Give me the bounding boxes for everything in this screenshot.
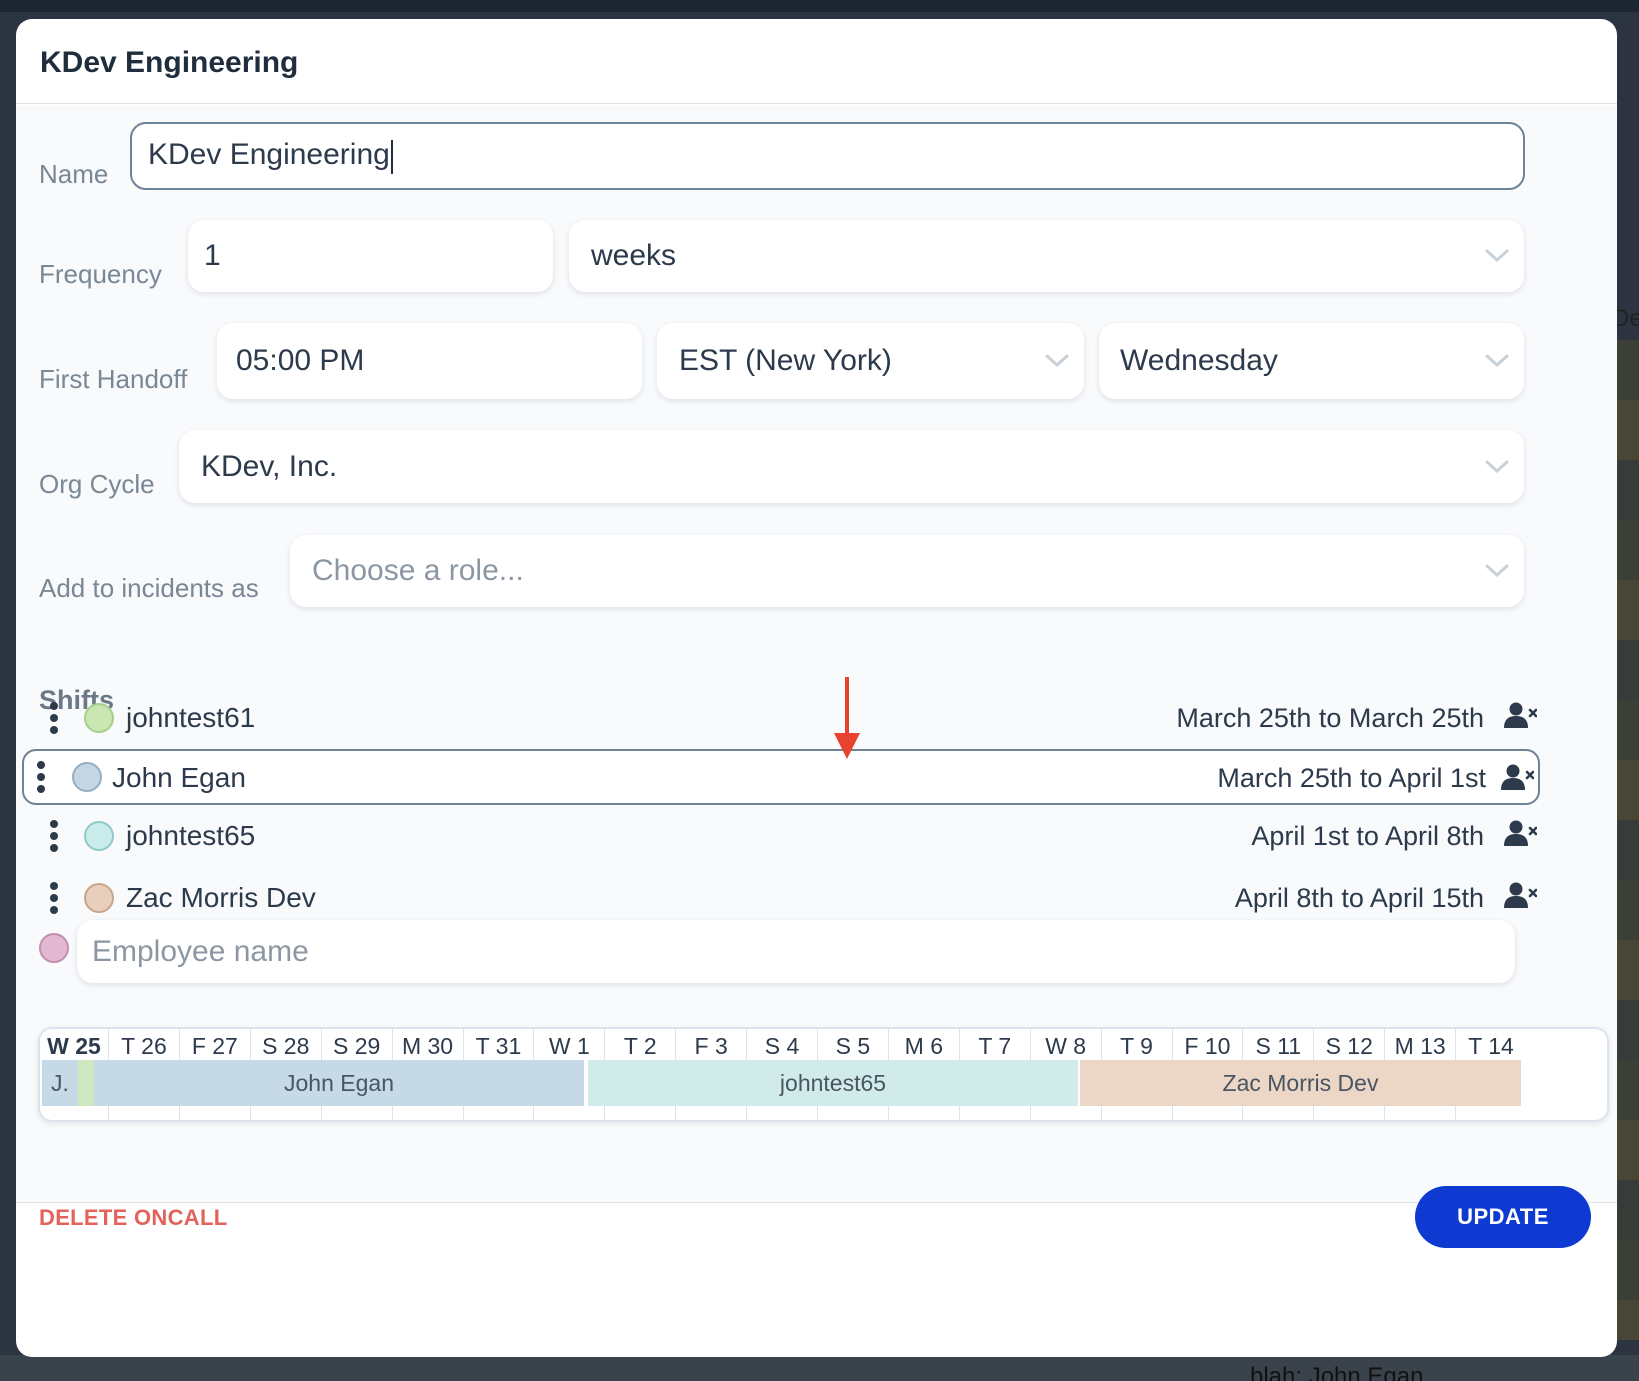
incident-role-select[interactable]: Choose a role... — [290, 535, 1524, 607]
frequency-label: Frequency — [39, 259, 162, 289]
timeline-day-label: S 28 — [262, 1033, 310, 1059]
remove-user-icon[interactable] — [1503, 881, 1537, 909]
timeline-day-label: T 31 — [475, 1033, 522, 1059]
background-footer-text: blah: John Egan — [1250, 1363, 1424, 1381]
timeline-day-label: W 8 — [1045, 1033, 1087, 1059]
timeline-day-label: F 27 — [191, 1033, 238, 1059]
drag-handle-icon[interactable] — [49, 820, 59, 852]
text-cursor — [390, 139, 393, 174]
shift-employee-name: John Egan — [112, 762, 246, 793]
oncall-edit-dialog: KDev Engineering Name KDev Engineering F… — [16, 19, 1617, 1357]
timeline-day-label: T 14 — [1468, 1033, 1514, 1059]
drag-handle-icon[interactable] — [36, 761, 46, 793]
name-input-value: KDev Engineering — [148, 138, 390, 172]
timeline-day-label: S 12 — [1325, 1033, 1373, 1059]
employee-name-input[interactable]: Employee name — [77, 920, 1515, 983]
timeline-shift-bar[interactable] — [78, 1060, 94, 1106]
shift-date-range: March 25th to April 1st — [1217, 763, 1486, 793]
chevron-down-icon — [1045, 354, 1069, 368]
dialog-header: KDev Engineering — [16, 19, 1617, 104]
drag-handle-icon[interactable] — [49, 882, 59, 914]
remove-user-icon[interactable] — [1500, 763, 1534, 791]
drag-handle-icon[interactable] — [49, 702, 59, 734]
timeline-day-label: M 13 — [1394, 1033, 1446, 1059]
shift-row[interactable]: Zac Morris Dev April 8th to April 15th — [26, 873, 1537, 923]
incident-role-label: Add to incidents as — [39, 573, 259, 603]
shift-row[interactable]: johntest61 March 25th to March 25th — [26, 693, 1537, 743]
employee-color-dot[interactable] — [84, 821, 114, 851]
handoff-time-input[interactable]: 05:00 PM — [217, 323, 642, 399]
timeline-day-label: W 25 — [47, 1033, 101, 1059]
shift-employee-name: johntest65 — [126, 820, 256, 851]
employee-name-placeholder: Employee name — [92, 934, 309, 968]
annotation-arrow-icon — [834, 677, 860, 759]
timeline-day-label: M 30 — [401, 1033, 454, 1059]
timeline-shift-bar[interactable]: johntest65 — [586, 1060, 1078, 1106]
background-page-strip — [1617, 340, 1639, 1340]
timeline-day-label: T 26 — [121, 1033, 167, 1059]
timezone-value: EST (New York) — [679, 344, 892, 377]
timeline-shift-bar[interactable]: John Egan — [94, 1060, 584, 1106]
shift-employee-name: Zac Morris Dev — [126, 882, 316, 913]
chevron-down-icon — [1485, 354, 1509, 368]
dialog-body: Name KDev Engineering Frequency 1 weeks … — [16, 105, 1617, 1203]
incident-role-placeholder: Choose a role... — [312, 554, 524, 587]
shift-date-range: April 1st to April 8th — [1251, 821, 1484, 851]
employee-color-dot[interactable] — [84, 883, 114, 913]
frequency-input[interactable]: 1 — [188, 220, 553, 292]
chevron-down-icon — [1485, 249, 1509, 263]
name-input[interactable]: KDev Engineering — [130, 122, 1525, 190]
shift-employee-name: johntest61 — [126, 702, 256, 733]
org-cycle-select[interactable]: KDev, Inc. — [179, 430, 1524, 503]
timeline-day-label: F 3 — [694, 1033, 728, 1059]
name-label: Name — [39, 159, 109, 189]
handoff-day-value: Wednesday — [1120, 344, 1278, 377]
dialog-title: KDev Engineering — [40, 46, 299, 79]
timeline-day-label: S 11 — [1255, 1033, 1302, 1059]
delete-oncall-button[interactable]: DELETE ONCALL — [39, 1205, 227, 1231]
org-cycle-value: KDev, Inc. — [201, 449, 338, 483]
shift-row-selected[interactable]: John Egan March 25th to April 1st — [22, 749, 1540, 805]
timeline-shift-bar[interactable]: Zac Morris Dev — [1080, 1060, 1521, 1106]
timeline-day-label: S 5 — [835, 1033, 871, 1059]
timeline-day-label: S 4 — [764, 1033, 800, 1059]
rotation-timeline: W 25 T 26 F 27 S 28 S 29 M 30 T 31 W 1 T 2 F 3 S 4… — [38, 1027, 1609, 1122]
employee-color-dot[interactable] — [84, 703, 114, 733]
timezone-select[interactable]: EST (New York) — [657, 323, 1084, 399]
frequency-unit-select[interactable]: weeks — [569, 220, 1524, 292]
employee-color-dot[interactable] — [72, 762, 102, 792]
remove-user-icon[interactable] — [1503, 701, 1537, 729]
first-handoff-label: First Handoff — [39, 364, 188, 394]
remove-user-icon[interactable] — [1503, 819, 1537, 847]
timeline-day-label: M 6 — [904, 1033, 943, 1059]
handoff-day-select[interactable]: Wednesday — [1099, 323, 1524, 399]
chevron-down-icon — [1485, 564, 1509, 578]
timeline-day-label: F 10 — [1184, 1033, 1231, 1059]
timeline-day-label: T 7 — [978, 1033, 1012, 1059]
timeline-day-label: T 2 — [623, 1033, 657, 1059]
shift-row[interactable]: johntest65 April 1st to April 8th — [26, 811, 1537, 861]
frequency-unit-value: weeks — [591, 239, 677, 272]
shift-date-range: March 25th to March 25th — [1176, 703, 1484, 733]
frequency-value: 1 — [204, 239, 221, 272]
timeline-day-label: S 29 — [332, 1033, 381, 1059]
shift-date-range: April 8th to April 15th — [1234, 883, 1484, 913]
timeline-day-label: T 9 — [1120, 1033, 1153, 1059]
org-cycle-label: Org Cycle — [39, 469, 155, 499]
timeline-day-label: W 1 — [548, 1033, 590, 1059]
handoff-time-value: 05:00 PM — [236, 344, 365, 377]
timeline-shift-bar[interactable]: J. — [42, 1060, 78, 1106]
chevron-down-icon — [1485, 460, 1509, 473]
new-employee-color-dot[interactable] — [39, 933, 69, 963]
update-button[interactable]: UPDATE — [1415, 1186, 1591, 1248]
background-topbar — [0, 0, 1639, 12]
